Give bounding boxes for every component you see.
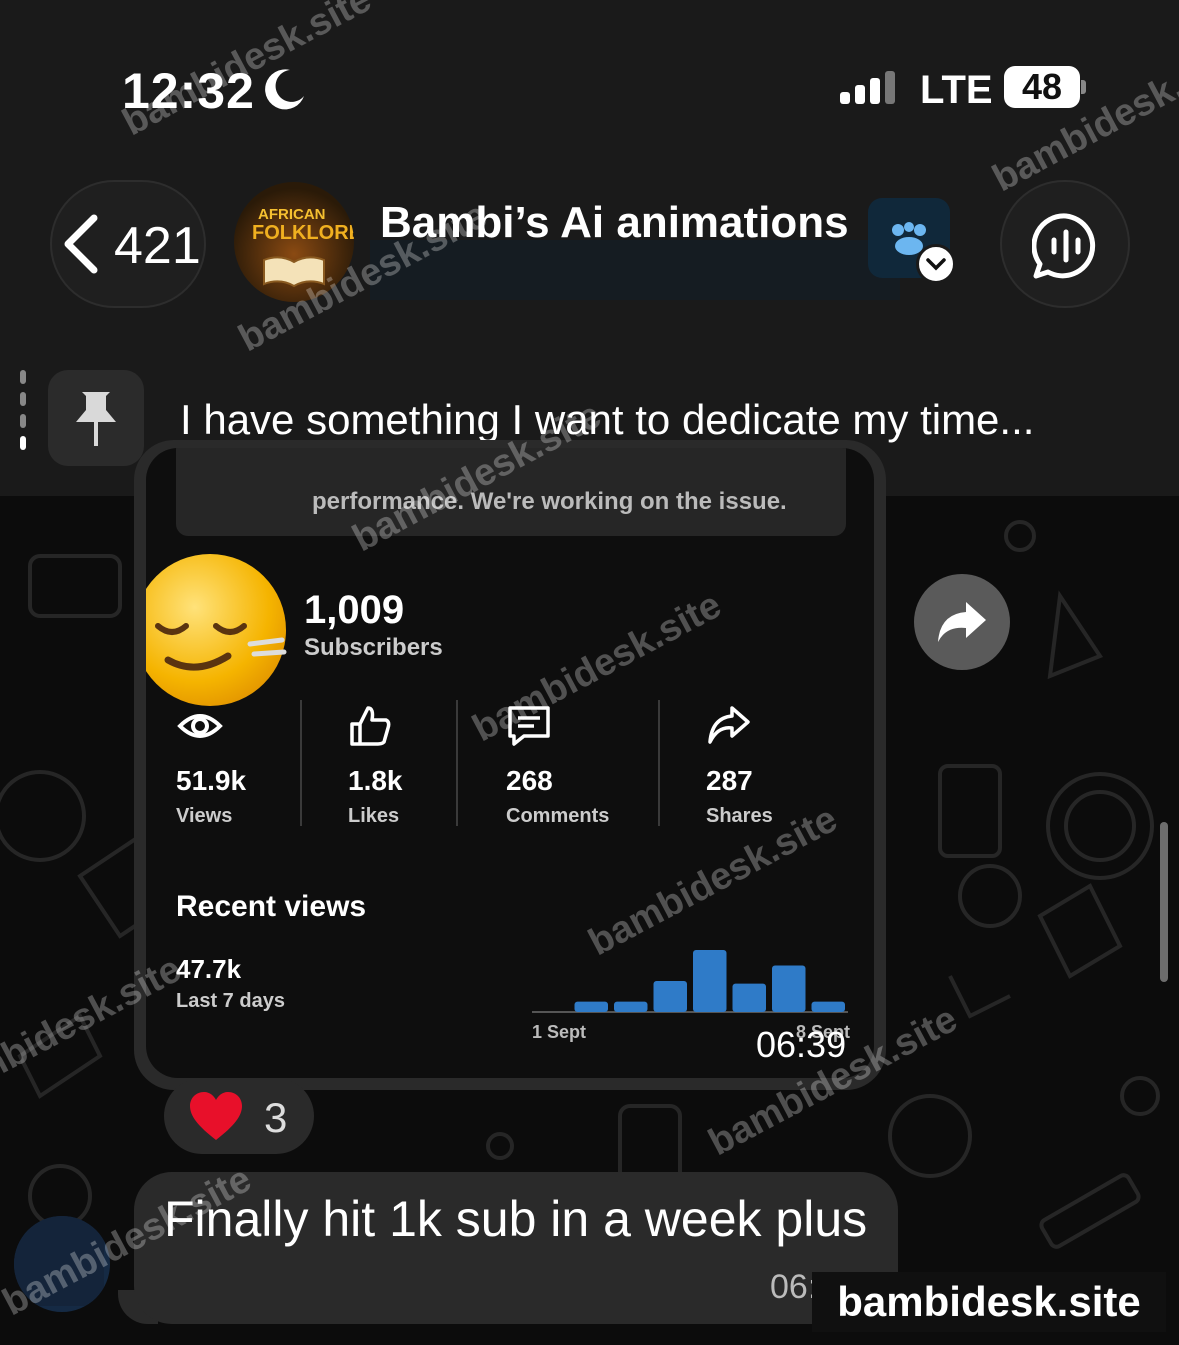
stat-label: Likes <box>348 805 400 827</box>
chart-bar <box>693 950 727 1012</box>
stat-label: Comments <box>506 805 610 827</box>
stat-divider <box>658 700 660 826</box>
recent-views-period: Last 7 days <box>176 990 285 1012</box>
network-type: LTE <box>920 68 993 112</box>
stat-divider <box>456 700 458 826</box>
screenshot-image: performance. We're working on the issue.… <box>146 448 874 1078</box>
reaction-count: 3 <box>264 1094 288 1141</box>
avatar-text-line1: AFRICAN <box>258 206 326 223</box>
stat-label: Shares <box>706 805 773 827</box>
thumbs-up-icon <box>350 706 391 746</box>
chevron-down-icon <box>926 258 946 271</box>
watermark-corner: bambidesk.site <box>812 1272 1166 1332</box>
chart-bar <box>772 965 806 1012</box>
pin-icon <box>76 392 116 446</box>
heart-icon <box>190 1092 242 1140</box>
avatar-text-line2: FOLKLORE <box>252 222 354 244</box>
battery-nub <box>1081 80 1086 94</box>
eye-icon <box>177 714 223 738</box>
stat-shares: 287 Shares <box>706 704 773 828</box>
stat-value: 51.9k <box>176 765 247 796</box>
dropdown-button[interactable] <box>916 244 956 284</box>
signal-icon <box>840 71 895 104</box>
forward-button[interactable] <box>914 574 1010 670</box>
subscriber-count: 1,009 <box>304 588 405 632</box>
stat-divider <box>300 700 302 826</box>
battery-indicator: 48 <box>1004 66 1080 108</box>
unread-count: 421 <box>114 217 201 275</box>
chart-bar <box>653 981 687 1012</box>
heart-reaction[interactable]: 3 <box>164 1078 314 1154</box>
stat-label: Views <box>176 805 233 827</box>
chart-bar <box>811 1001 845 1012</box>
share-icon <box>708 706 750 744</box>
scrollbar[interactable] <box>1160 822 1168 982</box>
recent-views-title: Recent views <box>176 890 367 923</box>
chart-bar <box>732 983 766 1012</box>
pinned-message-text: I have something I want to dedicate my t… <box>180 396 1035 443</box>
stat-value: 1.8k <box>348 765 403 796</box>
recent-views-chart <box>532 950 848 1013</box>
stat-value: 268 <box>506 765 553 796</box>
relieved-face-emoji-icon <box>146 554 287 706</box>
stat-likes: 1.8k Likes <box>348 704 403 828</box>
subscriber-label: Subscribers <box>304 634 443 661</box>
voice-chat-button[interactable] <box>1000 180 1130 308</box>
stat-value: 287 <box>706 765 753 796</box>
chevron-left-icon <box>64 214 98 274</box>
forward-icon <box>938 602 986 642</box>
image-message[interactable]: performance. We're working on the issue.… <box>134 440 886 1090</box>
message-text: Finally hit 1k sub in a week plus <box>164 1191 868 1247</box>
pinned-indicator <box>20 370 26 466</box>
chart-tick-start: 1 Sept <box>532 1022 587 1042</box>
stat-views: 51.9k Views <box>176 704 246 828</box>
chart-bar <box>614 1001 648 1012</box>
pin-tile <box>48 370 144 466</box>
voice-chat-icon <box>1032 213 1096 279</box>
chart-bar <box>574 1001 608 1012</box>
